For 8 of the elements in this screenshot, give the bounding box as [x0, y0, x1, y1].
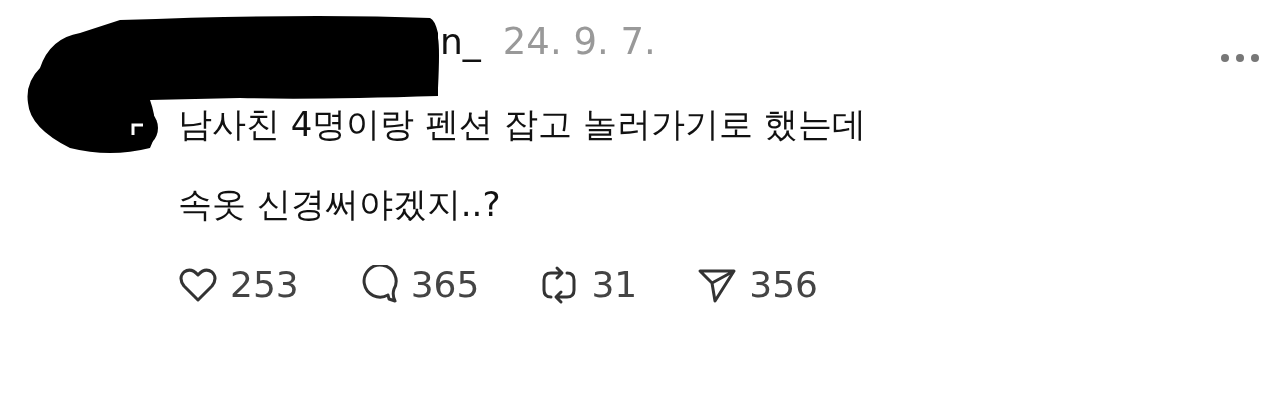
share-button[interactable]: 356	[697, 264, 818, 305]
username[interactable]: n_	[440, 21, 481, 62]
repost-button[interactable]: 31	[539, 264, 638, 305]
like-button[interactable]: 253	[178, 264, 299, 305]
more-icon[interactable]	[1220, 53, 1260, 63]
post-date: 24. 9. 7.	[502, 20, 656, 63]
comment-button[interactable]: 365	[358, 264, 480, 305]
post-text: 남사친 4명이랑 펜션 잡고 놀러가기로 했는데 속옷 신경써야겠지..?	[178, 103, 867, 226]
